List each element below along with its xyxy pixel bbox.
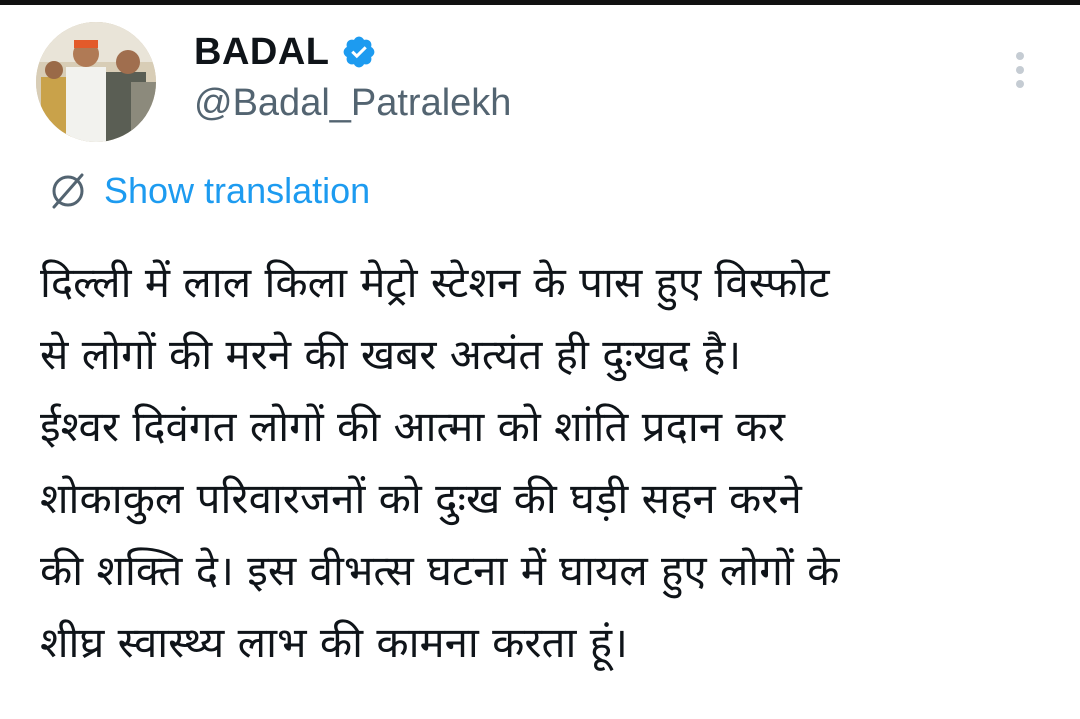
more-options-button[interactable] — [1005, 48, 1035, 92]
tweet-text-line: ईश्वर दिवंगत लोगों की आत्मा को शांति प्र… — [40, 402, 785, 451]
author-display-name[interactable]: BADAL — [194, 31, 329, 74]
more-vertical-icon-dot — [1016, 66, 1024, 74]
tweet-text-line: की शक्ति दे। इस वीभत्स घटना में घायल हुए… — [40, 546, 840, 595]
author-handle[interactable]: @Badal_Patralekh — [194, 82, 511, 125]
avatar-photo — [36, 22, 156, 142]
author-name-row: BADAL — [194, 28, 377, 76]
show-translation-button[interactable]: Show translation — [46, 166, 370, 216]
translate-globe-icon — [52, 173, 84, 209]
tweet-text: दिल्ली में लाल किला मेट्रो स्टेशन के पास… — [40, 247, 1050, 679]
show-translation-label: Show translation — [104, 170, 371, 211]
more-vertical-icon — [1016, 52, 1024, 60]
tweet-text-line: से लोगों की मरने की खबर अत्यंत ही दुःखद … — [40, 330, 742, 379]
tweet-text-line: दिल्ली में लाल किला मेट्रो स्टेशन के पास… — [40, 258, 830, 307]
more-vertical-icon-dot — [1016, 80, 1024, 88]
verified-badge-icon — [344, 36, 375, 68]
tweet-text-line: शोकाकुल परिवारजनों को दुःख की घड़ी सहन क… — [40, 474, 802, 523]
top-border — [0, 0, 1080, 5]
tweet-text-line: शीघ्र स्वास्थ्य लाभ की कामना करता हूं। — [40, 618, 628, 667]
avatar[interactable] — [36, 22, 156, 142]
